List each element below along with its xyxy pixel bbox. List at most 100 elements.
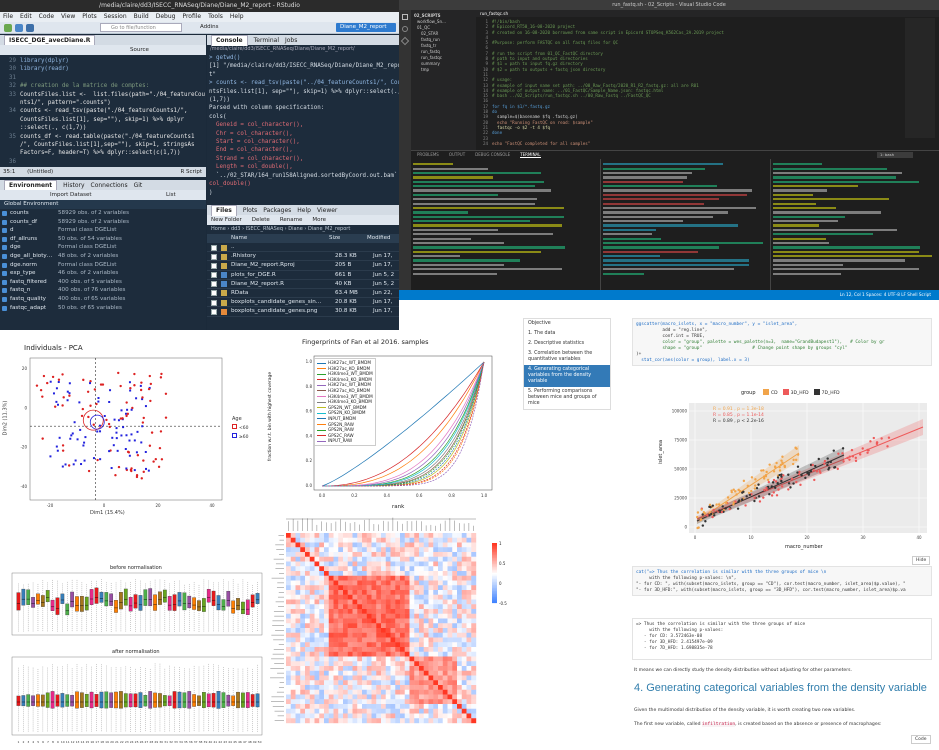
menu-profile[interactable]: Profile	[182, 13, 201, 20]
env-row[interactable]: df_allruns 50 obs. of 54 variables	[0, 235, 206, 244]
toc-item[interactable]: 5. Performing comparisons between mice a…	[524, 387, 610, 409]
import-dataset-button[interactable]: Import Dataset	[50, 190, 92, 200]
file-row[interactable]: boxplots_candidate_genes_sin… 20.8 KB Jun …	[207, 298, 399, 308]
col-modified[interactable]: Modified	[367, 234, 390, 243]
file-row[interactable]: .Rhistory 28.3 KB Jun 17,	[207, 252, 399, 262]
tab-connections[interactable]: Connections	[91, 182, 128, 189]
code-editor[interactable]: run_fastqc.sh 1 #!/bin/bash 2 # Epicord_RT5…	[476, 10, 939, 150]
terminal-select[interactable]: 1: bash	[877, 152, 913, 158]
col-name[interactable]: Name	[207, 234, 329, 243]
tab-terminal[interactable]: Terminal	[254, 37, 279, 44]
file-name[interactable]: RData	[231, 289, 335, 297]
file-checkbox[interactable]	[211, 272, 217, 279]
toc-item[interactable]: 1. The data	[524, 329, 610, 339]
panel-tab-terminal[interactable]: TERMINAL	[520, 152, 541, 158]
explorer-item[interactable]: tmp	[414, 67, 473, 73]
terminal-3[interactable]	[771, 159, 939, 291]
file-name[interactable]: Diane_M2_report.R	[231, 280, 335, 288]
editor-code[interactable]: 29 library(dplyr) 30 library(readr) 31 32 ## c…	[0, 55, 206, 166]
panel-tab-output[interactable]: OUTPUT	[449, 152, 465, 157]
breadcrumb-item[interactable]: Diane	[288, 226, 303, 232]
col-size[interactable]: Size	[329, 234, 367, 243]
menu-session[interactable]: Session	[104, 13, 127, 20]
file-row[interactable]: boxplots_candidate_genes.png 30.8 KB Jun 1…	[207, 307, 399, 317]
rename-button[interactable]: Rename	[280, 217, 303, 223]
file-checkbox[interactable]	[211, 308, 217, 315]
menu-view[interactable]: View	[61, 13, 75, 20]
breadcrumb-item[interactable]: Diane_M2_report	[308, 226, 350, 232]
panel-tab-debug-console[interactable]: DEBUG CONSOLE	[475, 152, 510, 157]
explorer-icon[interactable]	[402, 14, 408, 20]
menu-plots[interactable]: Plots	[82, 13, 96, 20]
file-name[interactable]: Diane_M2_report.Rproj	[231, 261, 335, 269]
terminal-1[interactable]	[411, 159, 601, 291]
menu-edit[interactable]: Edit	[20, 13, 32, 20]
file-name[interactable]: boxplots_candidate_genes_sin…	[231, 298, 335, 306]
env-row[interactable]: fastq_quality 400 obs. of 65 variables	[0, 295, 206, 304]
file-row[interactable]: Diane_M2_report.Rproj 205 B Jun 17,	[207, 261, 399, 271]
terminal-2[interactable]	[601, 159, 771, 291]
list-view-button[interactable]: List	[166, 190, 176, 200]
menu-tools[interactable]: Tools	[208, 13, 223, 20]
minimap[interactable]	[905, 18, 935, 138]
tab-git[interactable]: Git	[134, 182, 143, 189]
new-file-icon[interactable]	[4, 24, 12, 32]
breadcrumb-item[interactable]: Home	[211, 226, 226, 232]
git-branch[interactable]: master	[399, 301, 420, 306]
panel-tab-problems[interactable]: PROBLEMS	[417, 152, 439, 157]
menu-debug[interactable]: Debug	[156, 13, 176, 20]
menu-build[interactable]: Build	[134, 13, 149, 20]
toc-item[interactable]: 2. Descriptive statistics	[524, 339, 610, 349]
addins-menu[interactable]: Addins	[200, 23, 219, 32]
console-output[interactable]: > getwd() [1] "/media/claire/dd3/ISECC_RN…	[207, 54, 399, 197]
new-folder-button[interactable]: New Folder	[211, 217, 242, 223]
file-row[interactable]: RData 63.4 MB Jun 22,	[207, 289, 399, 299]
menu-file[interactable]: File	[3, 13, 13, 20]
tab-jobs[interactable]: Jobs	[285, 37, 297, 44]
menu-help[interactable]: Help	[230, 13, 244, 20]
env-row[interactable]: counts_df 58929 obs. of 2 variables	[0, 218, 206, 227]
file-name[interactable]: .Rhistory	[231, 252, 335, 260]
env-row[interactable]: exp_type 46 obs. of 2 variables	[0, 269, 206, 278]
env-row[interactable]: fastq_filtered 400 obs. of 5 variables	[0, 278, 206, 287]
delete-button[interactable]: Delete	[252, 217, 270, 223]
project-menu[interactable]: Diane_M2_report	[336, 23, 396, 32]
code-chunk-1[interactable]: ggscatter(macro_islets, x = "macro_numbe…	[632, 318, 932, 366]
file-name[interactable]: plots_for_DGE.R	[231, 271, 335, 279]
file-checkbox[interactable]	[211, 290, 217, 297]
toc-item[interactable]: Objective	[524, 319, 610, 329]
breadcrumb-item[interactable]: ISECC_RNASeq	[246, 226, 283, 232]
goto-file-input[interactable]: Go to file/function	[100, 23, 182, 32]
source-button[interactable]: Source	[130, 45, 149, 55]
source-control-icon[interactable]	[400, 36, 410, 46]
env-row[interactable]: fastq_n 400 obs. of 76 variables	[0, 286, 206, 295]
env-row[interactable]: d Formal class DGEList	[0, 226, 206, 235]
file-checkbox[interactable]	[211, 299, 217, 306]
global-env-select[interactable]: Global Environment	[0, 200, 206, 209]
search-icon[interactable]	[402, 26, 408, 32]
toc-item[interactable]: 4. Generating categorical variables from…	[524, 365, 610, 387]
code-toggle-button[interactable]: Code	[911, 735, 931, 744]
env-row[interactable]: dge_all_bioty… 48 obs. of 2 variables	[0, 252, 206, 261]
editor-tab[interactable]: run_fastqc.sh	[476, 10, 939, 17]
env-row[interactable]: dge Formal class DGEList	[0, 243, 206, 252]
file-row[interactable]: ..	[207, 243, 399, 253]
toc-item[interactable]: 3. Correlation between the quantitative …	[524, 349, 610, 365]
tab-help[interactable]: Help	[297, 207, 311, 214]
file-checkbox[interactable]	[211, 262, 217, 269]
env-row[interactable]: dge.norm Formal class DGEList	[0, 261, 206, 270]
file-name[interactable]: ..	[231, 243, 335, 251]
file-checkbox[interactable]	[211, 244, 217, 251]
more-button[interactable]: More	[312, 217, 326, 223]
tab-history[interactable]: History	[63, 182, 84, 189]
tab-plots[interactable]: Plots	[243, 207, 257, 214]
env-row[interactable]: counts 58929 obs. of 2 variables	[0, 209, 206, 218]
file-checkbox[interactable]	[211, 281, 217, 288]
menu-code[interactable]: Code	[39, 13, 54, 20]
file-row[interactable]: plots_for_DGE.R 661 B Jun 5, 2	[207, 271, 399, 280]
file-row[interactable]: Diane_M2_report.R 40 KB Jun 5, 2	[207, 280, 399, 289]
tab-packages[interactable]: Packages	[263, 207, 291, 214]
env-row[interactable]: fastqc_adapt 50 obs. of 65 variables	[0, 304, 206, 313]
save-icon[interactable]	[26, 24, 34, 32]
code-chunk-2[interactable]: cat("=> Thus the correlation is similar …	[632, 566, 932, 596]
